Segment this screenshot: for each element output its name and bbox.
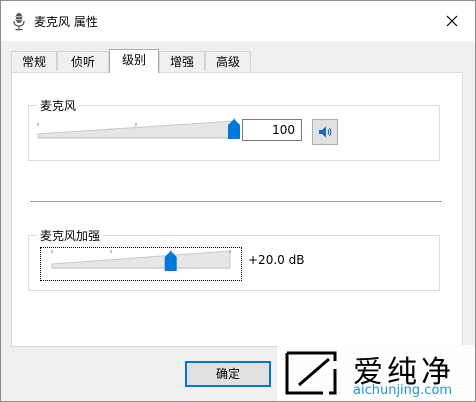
section-separator — [30, 201, 442, 202]
boost-value-label: +20.0 dB — [248, 253, 305, 267]
microphone-volume-input[interactable]: 100 — [242, 119, 302, 141]
microphone-boost-slider[interactable] — [46, 249, 236, 275]
tab-general[interactable]: 常规 — [11, 51, 57, 71]
speaker-icon — [319, 126, 332, 138]
close-icon — [446, 15, 458, 27]
watermark-logo-icon — [285, 351, 337, 395]
microphone-volume-slider[interactable] — [34, 117, 240, 143]
tab-listen[interactable]: 侦听 — [57, 51, 109, 71]
mute-button[interactable] — [312, 119, 338, 145]
tab-strip: 常规 侦听 级别 增强 高级 — [11, 49, 471, 73]
watermark-url: aichunjing.com — [353, 383, 453, 398]
watermark: 爱纯净 aichunjing.com — [277, 345, 475, 401]
microphone-group-label: 麦克风 — [37, 97, 80, 114]
ok-button[interactable]: 确定 — [185, 361, 271, 387]
tab-advanced[interactable]: 高级 — [205, 51, 251, 71]
levels-panel: 麦克风 100 麦克风加强 +20.0 dB — [11, 72, 463, 347]
title-bar: 麦克风 属性 — [1, 1, 475, 41]
tab-levels[interactable]: 级别 — [109, 49, 159, 73]
tab-enhancements[interactable]: 增强 — [159, 51, 205, 71]
window-title: 麦克风 属性 — [34, 15, 98, 29]
properties-dialog: 麦克风 属性 常规 侦听 级别 增强 高级 麦克风 100 麦克风加强 +20.… — [0, 0, 476, 402]
boost-slider-thumb[interactable] — [164, 251, 177, 271]
close-button[interactable] — [429, 1, 475, 41]
microphone-boost-group-label: 麦克风加强 — [37, 227, 104, 244]
microphone-icon — [13, 13, 25, 31]
